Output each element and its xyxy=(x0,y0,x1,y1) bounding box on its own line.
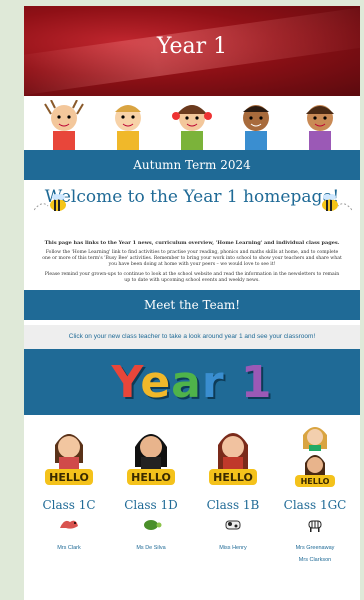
year-banner-letter: 1 xyxy=(240,356,273,408)
year-banner-letter: e xyxy=(140,356,172,408)
year-banner: Year 1 xyxy=(24,349,360,415)
teacher-name[interactable]: Mrs Greenaway xyxy=(276,545,354,551)
class-name[interactable]: Class 1D xyxy=(112,498,190,512)
children-illustration xyxy=(24,96,360,150)
intro-bold-paragraph: This page has links to the Year 1 news, … xyxy=(44,240,340,246)
year-banner-text: Year 1 xyxy=(111,357,272,408)
class-card-1d[interactable]: HELLO Class 1D Ms De Silva xyxy=(112,423,190,563)
year-banner-letter: Y xyxy=(111,356,141,408)
bee-icon xyxy=(322,194,352,211)
teacher-name[interactable]: Miss Henry xyxy=(194,545,272,551)
turtle-icon xyxy=(144,520,162,530)
dragon-icon xyxy=(60,520,78,529)
intro-text: This page has links to the Year 1 news, … xyxy=(24,236,360,284)
team-banner: Meet the Team! xyxy=(24,290,360,320)
svg-text:HELLO: HELLO xyxy=(213,471,253,484)
year-banner-letter: r xyxy=(201,356,225,408)
hero-banner: Year 1 xyxy=(24,6,360,96)
year-banner-letter xyxy=(225,357,241,408)
welcome-section: Welcome to the Year 1 homepage! xyxy=(24,180,360,236)
teacher-name[interactable]: Mrs Clark xyxy=(30,545,108,551)
year-banner-letter: a xyxy=(171,356,202,408)
teacher-avatar[interactable]: HELLO xyxy=(285,423,345,491)
teacher-avatar[interactable]: HELLO xyxy=(39,423,99,491)
zebra-icon xyxy=(308,520,322,532)
svg-text:HELLO: HELLO xyxy=(131,471,171,484)
team-instruction: Click on your new class teacher to take … xyxy=(24,325,360,349)
teacher-name[interactable]: Mrs Clarkson xyxy=(276,557,354,563)
intro-paragraph: Follow the 'Home Learning' link to find … xyxy=(42,250,342,267)
class-name[interactable]: Class 1C xyxy=(30,498,108,512)
bee-icon xyxy=(34,194,66,211)
class-card-1c[interactable]: HELLO Class 1C Mrs Clark xyxy=(30,423,108,563)
welcome-heading: Welcome to the Year 1 homepage! xyxy=(44,187,340,207)
teacher-avatar[interactable]: HELLO xyxy=(121,423,181,491)
term-banner: Autumn Term 2024 xyxy=(24,150,360,180)
class-list: HELLO Class 1C Mrs Clark HELLO Class 1D … xyxy=(24,415,360,563)
svg-text:HELLO: HELLO xyxy=(49,471,89,484)
cow-icon xyxy=(225,520,241,530)
page-container: Year 1 Autumn Term 2024 Welcome to the Y… xyxy=(24,6,360,600)
team-heading: Meet the Team! xyxy=(143,298,241,312)
term-label: Autumn Term 2024 xyxy=(133,158,251,172)
teacher-avatar[interactable]: HELLO xyxy=(203,423,263,491)
svg-text:HELLO: HELLO xyxy=(301,477,330,486)
class-name[interactable]: Class 1GC xyxy=(276,498,354,512)
teacher-name[interactable]: Ms De Silva xyxy=(112,545,190,551)
intro-paragraph: Please remind your grown-ups to continue… xyxy=(44,272,340,283)
page-title: Year 1 xyxy=(156,34,228,59)
class-card-1gc[interactable]: HELLO Class 1GC Mrs Greenaway Mrs Clarks… xyxy=(276,423,354,563)
team-instruction-text: Click on your new class teacher to take … xyxy=(68,333,316,340)
class-card-1b[interactable]: HELLO Class 1B Miss Henry xyxy=(194,423,272,563)
class-name[interactable]: Class 1B xyxy=(194,498,272,512)
